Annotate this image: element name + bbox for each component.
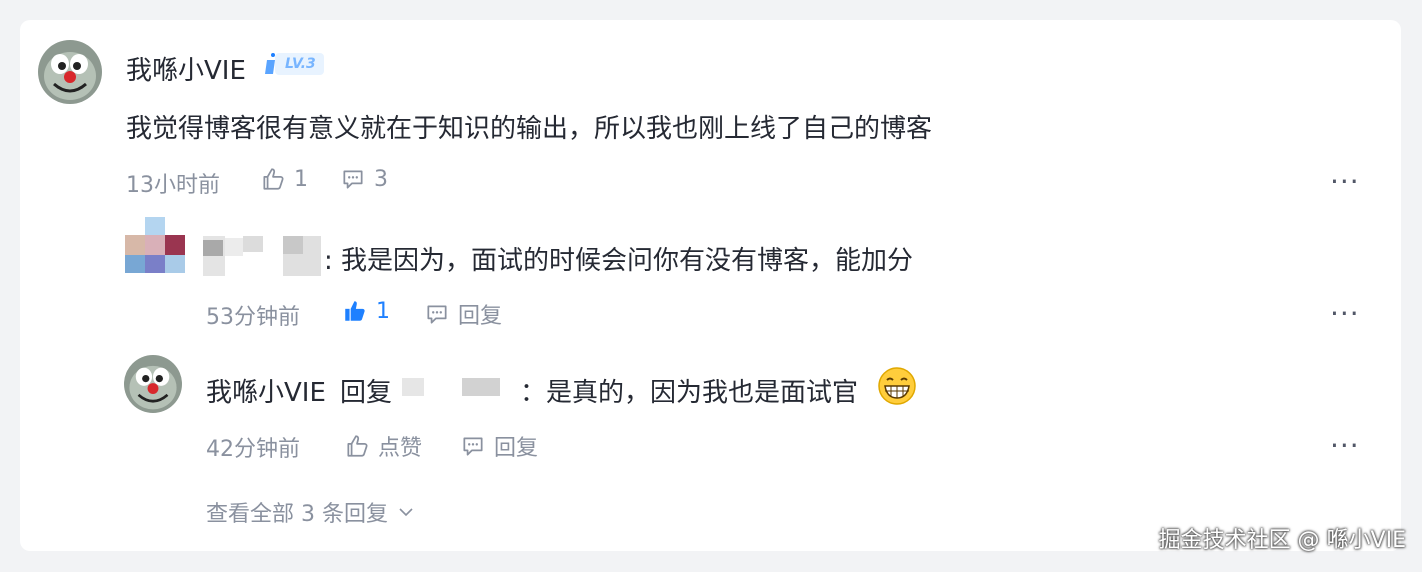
reply2-reply-button[interactable]: 回复 bbox=[460, 430, 538, 462]
reply2-author-name[interactable]: 我喺小VIE bbox=[206, 372, 326, 409]
view-all-replies-button[interactable]: 查看全部 3 条回复 bbox=[206, 496, 416, 528]
comment-card: 我喺小VIE LV.3 我觉得博客很有意义就在于知识的输出，所以我也刚上线了自己… bbox=[20, 20, 1401, 551]
avatar-character-icon bbox=[38, 40, 102, 104]
reply1-time: 53分钟前 bbox=[206, 305, 300, 330]
reply2-time: 42分钟前 bbox=[206, 437, 300, 462]
level-badge: LV.3 bbox=[263, 52, 324, 76]
reply1-text: : 我是因为，面试的时候会问你有没有博客，能加分 bbox=[324, 246, 914, 276]
reply2-avatar[interactable] bbox=[124, 355, 182, 413]
reply2-more-icon[interactable]: ··· bbox=[1330, 432, 1360, 460]
reply2-target-name-blurred[interactable] bbox=[402, 376, 506, 398]
thumb-up-filled-icon bbox=[345, 301, 365, 321]
reply2-text: ：是真的，因为我也是面试官 bbox=[520, 378, 859, 408]
comment-like-count: 1 bbox=[294, 166, 308, 192]
comment-icon bbox=[463, 437, 483, 456]
reply1-author-name-blurred[interactable] bbox=[203, 236, 323, 276]
thumb-up-icon bbox=[263, 168, 284, 190]
comment-icon bbox=[427, 305, 447, 324]
watermark: 掘金技术社区 @ 喺小VIE bbox=[1158, 528, 1406, 553]
reply1-like-count: 1 bbox=[376, 298, 390, 324]
comment-text: 我觉得博客很有意义就在于知识的输出，所以我也刚上线了自己的博客 bbox=[126, 114, 933, 144]
grin-emoji-icon bbox=[878, 367, 916, 405]
reply2-reply-word: 回复 bbox=[340, 378, 393, 408]
reply1-more-icon[interactable]: ··· bbox=[1330, 300, 1360, 328]
thumb-up-icon bbox=[347, 435, 368, 457]
view-all-replies-label: 查看全部 3 条回复 bbox=[206, 502, 388, 527]
grin-emoji bbox=[877, 366, 917, 410]
comment-reply-count: 3 bbox=[374, 166, 388, 192]
reply2-like-label: 点赞 bbox=[378, 436, 423, 461]
reply1-like-button[interactable]: 1 bbox=[342, 298, 390, 324]
reply1-reply-button[interactable]: 回复 bbox=[424, 298, 502, 330]
reply1-reply-label: 回复 bbox=[458, 304, 503, 329]
comment-more-icon[interactable]: ··· bbox=[1330, 168, 1360, 196]
reply1-avatar[interactable] bbox=[125, 217, 185, 275]
comment-reply-button[interactable]: 3 bbox=[340, 166, 388, 192]
reply2-like-button[interactable]: 点赞 bbox=[344, 430, 422, 462]
reply2-reply-label: 回复 bbox=[494, 436, 539, 461]
comment-time: 13小时前 bbox=[126, 173, 220, 198]
chevron-down-icon bbox=[399, 508, 413, 517]
comment-icon bbox=[343, 170, 363, 189]
avatar-character-icon bbox=[124, 355, 182, 413]
author-avatar[interactable] bbox=[38, 40, 102, 104]
comment-like-button[interactable]: 1 bbox=[260, 166, 308, 192]
level-badge-text: LV.3 bbox=[275, 53, 324, 75]
level-icon bbox=[265, 53, 275, 74]
comment-author-name[interactable]: 我喺小VIE bbox=[126, 50, 246, 87]
